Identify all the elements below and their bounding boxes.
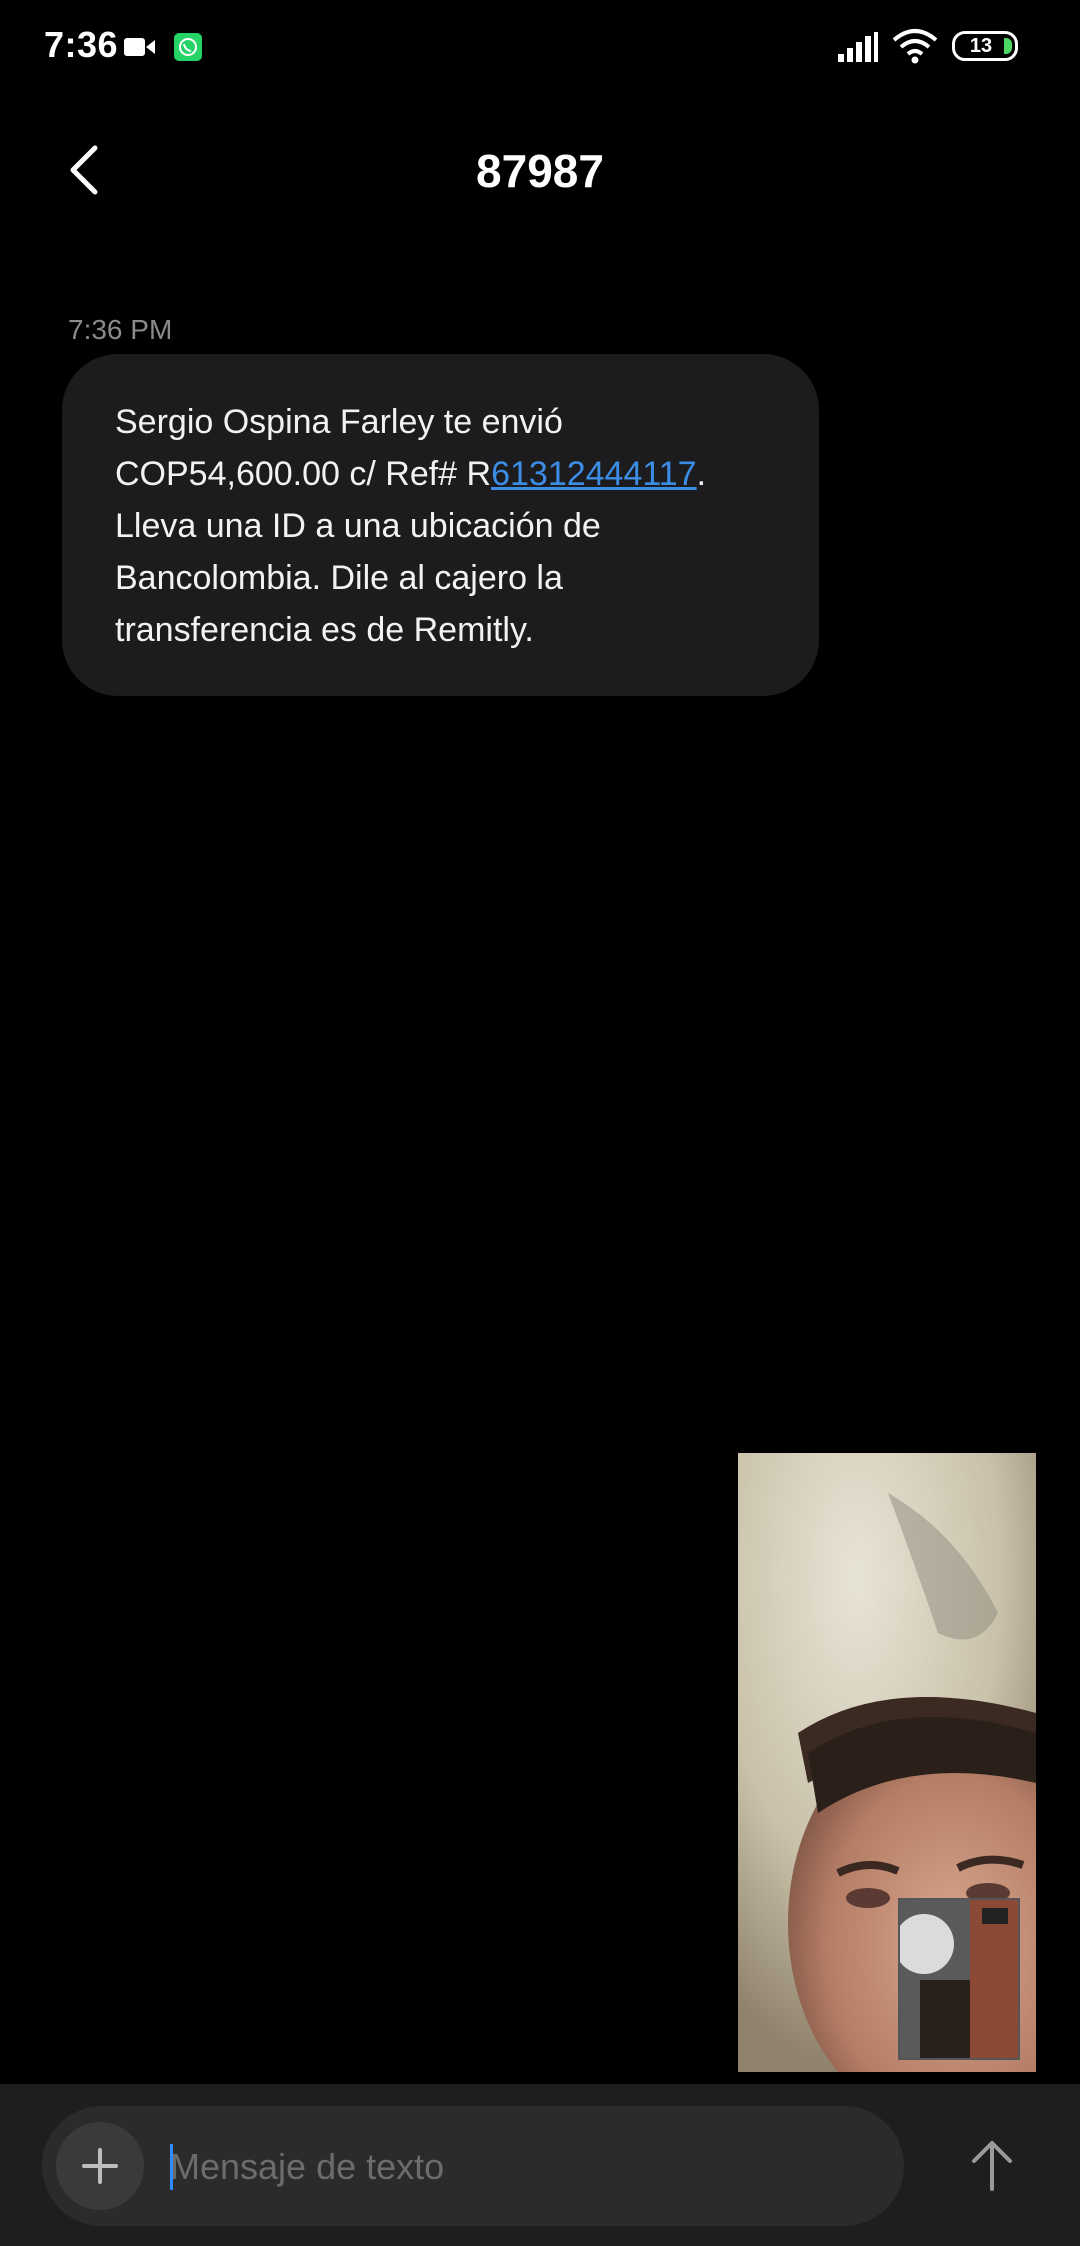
self-view-image bbox=[900, 1900, 1018, 2058]
battery-level: 13 bbox=[969, 35, 993, 57]
message-bubble[interactable]: Sergio Ospina Farley te envió COP54,600.… bbox=[62, 354, 819, 696]
message-input[interactable] bbox=[168, 2130, 872, 2204]
reference-link[interactable]: 61312444117 bbox=[491, 455, 696, 493]
whatsapp-icon bbox=[174, 33, 202, 61]
add-attachment-button[interactable] bbox=[56, 2122, 144, 2210]
battery-fill bbox=[1004, 38, 1012, 54]
compose-field bbox=[42, 2106, 904, 2226]
signal-icon bbox=[838, 32, 878, 62]
video-icon bbox=[124, 38, 155, 56]
status-bar: 7:36 13 bbox=[0, 0, 1080, 96]
text-cursor bbox=[170, 2144, 173, 2190]
send-arrow-icon bbox=[972, 2141, 1012, 2191]
send-button[interactable] bbox=[950, 2122, 1034, 2206]
conversation-title: 87987 bbox=[476, 145, 604, 197]
battery-icon: 13 bbox=[952, 31, 1018, 61]
message-timestamp: 7:36 PM bbox=[68, 314, 173, 345]
wifi-icon bbox=[892, 29, 938, 64]
compose-bar bbox=[0, 2084, 1080, 2246]
plus-icon bbox=[82, 2148, 118, 2184]
video-call-preview[interactable] bbox=[738, 1453, 1036, 2072]
conversation-header: 87987 bbox=[0, 120, 1080, 220]
self-view-preview[interactable] bbox=[898, 1898, 1020, 2060]
status-time: 7:36 bbox=[44, 24, 119, 65]
